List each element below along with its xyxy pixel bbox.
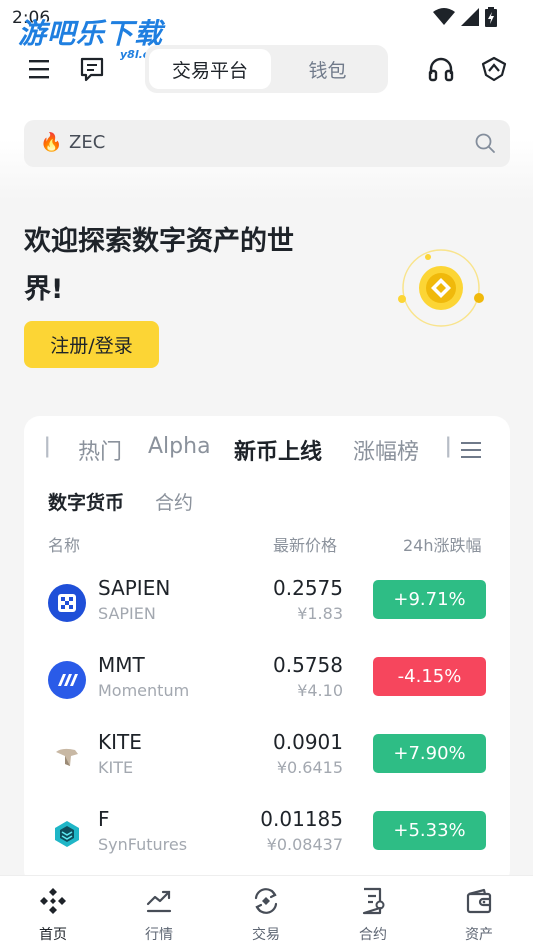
trade-icon: [249, 884, 283, 918]
tab-exchange[interactable]: 交易平台: [149, 49, 271, 89]
wifi-icon: [433, 8, 455, 25]
headset-icon: [428, 57, 454, 82]
search-input[interactable]: ZEC: [69, 132, 105, 153]
category-tabs: ǀ 热门 Alpha 新币上线 涨幅榜 ǀ: [24, 434, 510, 470]
tab-wallet[interactable]: 钱包: [271, 49, 384, 89]
kite-logo-icon: [48, 738, 86, 776]
welcome-title: 欢迎探索数字资产的世 界!: [24, 218, 354, 314]
battery-icon: [485, 7, 497, 27]
markets-icon: [142, 884, 176, 918]
watermark-text: 游吧乐下载: [18, 17, 164, 50]
tab-futures[interactable]: 合约: [155, 488, 193, 515]
system-icons: [433, 7, 497, 27]
market-row[interactable]: MMT Momentum 0.5758 ¥4.10 -4.15%: [24, 653, 510, 713]
category-scroll-hint-right: ǀ: [445, 434, 452, 459]
row-name: KITE: [98, 758, 134, 777]
register-login-button[interactable]: 注册/登录: [24, 321, 159, 368]
list-menu-icon[interactable]: [459, 440, 483, 460]
row-symbol: MMT: [98, 653, 145, 677]
nav-home[interactable]: 首页: [13, 884, 93, 946]
row-change-badge[interactable]: +5.33%: [373, 811, 486, 850]
row-price: 0.2575: [273, 576, 343, 600]
row-fiat-price: ¥0.6415: [276, 758, 343, 777]
nav-assets[interactable]: 资产: [439, 884, 519, 946]
row-symbol: KITE: [98, 730, 142, 754]
column-name: 名称: [48, 536, 81, 555]
nav-home-label: 首页: [39, 927, 67, 943]
row-price: 0.5758: [273, 653, 343, 677]
menu-button[interactable]: [24, 54, 54, 84]
sapien-logo-icon: [48, 584, 86, 622]
nav-futures-label: 合约: [359, 927, 387, 943]
watermark-logo: 游吧乐下载 y8l.com: [18, 17, 168, 62]
search-bar[interactable]: 🔥 ZEC: [24, 120, 510, 167]
welcome-line-2: 界!: [24, 274, 64, 305]
row-name: SynFutures: [98, 835, 188, 854]
row-change-badge[interactable]: +7.90%: [373, 734, 486, 773]
category-scroll-hint: ǀ: [44, 434, 51, 459]
tab-gainers[interactable]: 涨幅榜: [353, 434, 419, 466]
market-row[interactable]: KITE KITE 0.0901 ¥0.6415 +7.90%: [24, 730, 510, 790]
row-price: 0.01185: [260, 807, 343, 831]
tab-alpha[interactable]: Alpha: [148, 434, 211, 459]
nav-trade-label: 交易: [252, 927, 280, 943]
nav-markets-label: 行情: [145, 927, 173, 943]
row-symbol: F: [98, 807, 110, 831]
row-price: 0.0901: [273, 730, 343, 754]
rewards-button[interactable]: [479, 54, 509, 84]
home-icon: [36, 884, 70, 918]
nav-trade[interactable]: 交易: [226, 884, 306, 946]
synfutures-logo-icon: [48, 815, 86, 853]
tab-new-listings[interactable]: 新币上线: [234, 434, 322, 466]
row-change-badge[interactable]: +9.71%: [373, 580, 486, 619]
market-card: ǀ 热门 Alpha 新币上线 涨幅榜 ǀ 数字货币 合约 名称 最新价格 24…: [24, 416, 510, 886]
support-button[interactable]: [426, 54, 456, 84]
signal-icon: [461, 8, 479, 26]
nav-assets-label: 资产: [465, 927, 493, 943]
momentum-logo-icon: [48, 661, 86, 699]
market-row[interactable]: F SynFutures 0.01185 ¥0.08437 +5.33%: [24, 807, 510, 867]
row-fiat-price: ¥4.10: [297, 681, 343, 700]
tab-hot[interactable]: 热门: [78, 434, 122, 466]
message-icon: [80, 57, 104, 82]
badge-icon: [481, 56, 507, 82]
nav-futures[interactable]: 合约: [333, 884, 413, 946]
fire-icon: 🔥: [40, 132, 63, 153]
row-name: Momentum: [98, 681, 190, 700]
messages-button[interactable]: [77, 54, 107, 84]
futures-icon: [356, 884, 390, 918]
column-change: 24h涨跌幅: [403, 536, 482, 555]
row-fiat-price: ¥0.08437: [266, 835, 343, 854]
row-symbol: SAPIEN: [98, 576, 171, 600]
column-price: 最新价格: [273, 536, 338, 555]
platform-switch: 交易平台 钱包: [145, 45, 388, 93]
nav-markets[interactable]: 行情: [119, 884, 199, 946]
coin-illustration-icon: [398, 249, 484, 327]
row-name: SAPIEN: [98, 604, 156, 623]
bottom-nav: 首页 行情 交易 合约 资产: [0, 875, 533, 948]
wallet-icon: [462, 884, 496, 918]
welcome-line-1: 欢迎探索数字资产的世: [24, 226, 294, 257]
menu-icon: [29, 60, 49, 79]
row-fiat-price: ¥1.83: [297, 604, 343, 623]
tab-spot[interactable]: 数字货币: [48, 488, 124, 515]
row-change-badge[interactable]: -4.15%: [373, 657, 486, 696]
search-icon[interactable]: [474, 132, 496, 154]
market-row[interactable]: SAPIEN SAPIEN 0.2575 ¥1.83 +9.71%: [24, 576, 510, 636]
